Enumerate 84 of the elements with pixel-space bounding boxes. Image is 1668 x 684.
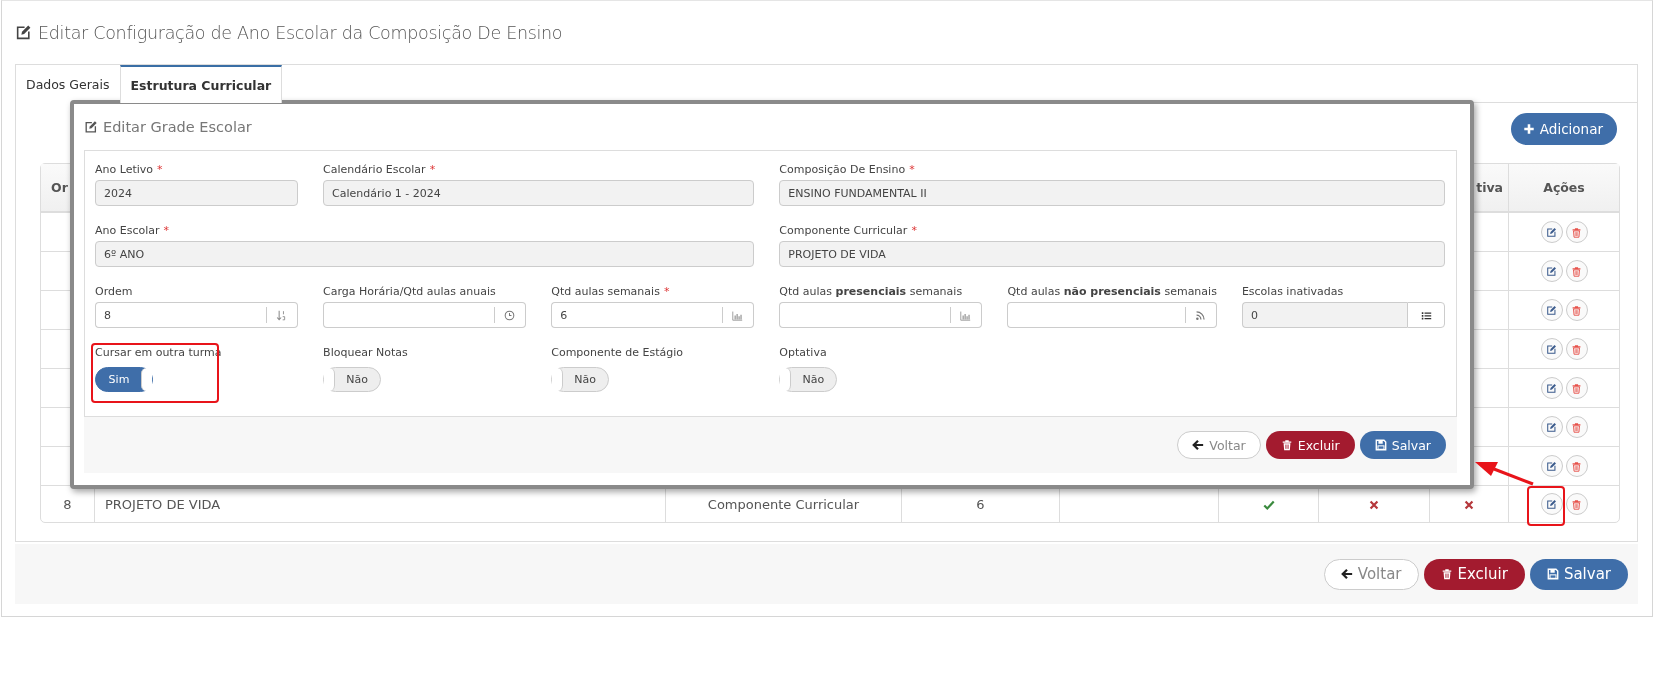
trash-icon <box>1571 421 1582 433</box>
toggle-switch[interactable]: Sim <box>95 367 153 392</box>
table-cell: PROJETO DE VIDA <box>105 496 221 512</box>
edit-icon <box>15 24 32 41</box>
table-cell: Componente Curricular <box>707 496 860 512</box>
edit-button[interactable] <box>1540 416 1563 438</box>
highlight-box <box>1527 486 1565 526</box>
delete-button[interactable]: Excluir <box>1423 558 1525 590</box>
plus-icon <box>1522 123 1535 135</box>
delete-button[interactable] <box>1565 377 1588 399</box>
toggle-switch[interactable]: Não <box>551 367 610 392</box>
required-mark: * <box>663 285 670 300</box>
edit-icon <box>1546 265 1557 277</box>
toggle-switch[interactable]: Não <box>779 367 838 392</box>
delete-button[interactable] <box>1565 260 1588 282</box>
edit-button[interactable] <box>1540 221 1563 243</box>
edit-button[interactable] <box>1540 455 1563 477</box>
back-button[interactable]: Voltar <box>1177 431 1261 459</box>
delete-button[interactable] <box>1565 416 1588 438</box>
trash-icon <box>1571 343 1582 355</box>
column-header: tiva <box>1476 180 1503 195</box>
trash-icon <box>1440 568 1453 580</box>
delete-button[interactable] <box>1565 221 1588 243</box>
list-button[interactable] <box>1407 302 1445 328</box>
edit-icon <box>1546 382 1557 394</box>
edit-icon <box>1546 498 1557 510</box>
trash-icon <box>1571 226 1582 238</box>
trash-icon <box>1571 498 1582 510</box>
delete-button[interactable] <box>1565 493 1588 515</box>
delete-button[interactable] <box>1565 455 1588 477</box>
add-button[interactable]: Adicionar <box>1510 113 1617 145</box>
edit-button[interactable] <box>1540 377 1563 399</box>
back-button[interactable]: Voltar <box>1323 558 1419 590</box>
table-cell: 6 <box>976 496 985 512</box>
edit-icon <box>1546 343 1557 355</box>
list-icon <box>1420 309 1432 321</box>
field-label: Componente Curricular <box>779 224 908 239</box>
edit-icon <box>1546 460 1557 472</box>
tab[interactable]: Estrutura Curricular <box>119 65 283 103</box>
field-label: Calendário Escolar <box>323 163 426 178</box>
save-button[interactable]: Salvar <box>1529 558 1628 590</box>
trash-icon <box>1571 304 1582 316</box>
required-mark: * <box>911 224 917 239</box>
edit-button[interactable] <box>1540 299 1563 321</box>
field-label: Optativa <box>779 346 827 361</box>
trash-icon <box>1571 265 1582 277</box>
field-label: Escolas inativadas <box>1241 285 1344 300</box>
column-header: Or <box>51 180 68 195</box>
column-header: Ações <box>1543 180 1585 195</box>
required-mark: * <box>909 163 915 178</box>
edit-button[interactable] <box>1540 338 1563 360</box>
trash-icon <box>1571 460 1582 472</box>
field-label: Ano Letivo <box>95 163 154 178</box>
required-mark: * <box>157 163 163 178</box>
delete-button[interactable]: Excluir <box>1265 431 1355 459</box>
toggle-switch[interactable]: Não <box>323 367 382 392</box>
edit-button[interactable] <box>1540 260 1563 282</box>
trash-icon <box>1571 382 1582 394</box>
field-label: Ordem <box>95 285 133 300</box>
edit-icon <box>1546 421 1557 433</box>
required-mark: * <box>163 224 169 239</box>
delete-button[interactable] <box>1565 299 1588 321</box>
page-title: Editar Configuração de Ano Escolar da Composição De Ensino <box>38 22 563 43</box>
required-mark: * <box>429 163 436 178</box>
edit-icon <box>1546 226 1557 238</box>
field-label: Qtd aulas presenciais semanais <box>779 285 963 300</box>
edit-icon <box>1546 304 1557 316</box>
pointer-arrow <box>1475 462 1534 486</box>
save-button[interactable]: Salvar <box>1359 431 1446 459</box>
edit-button[interactable] <box>1540 493 1563 515</box>
edit-icon <box>84 120 98 134</box>
trash-icon <box>1280 439 1293 451</box>
modal-title: Editar Grade Escolar <box>103 119 252 135</box>
field-label: Bloquear Notas <box>323 346 408 361</box>
field-label: Componente de Estágio <box>551 346 684 361</box>
field-label: Qtd aulas semanais <box>551 285 660 300</box>
field-label: Composição De Ensino <box>779 163 906 178</box>
arrow-left-icon <box>1192 439 1205 451</box>
field-label: Carga Horária/Qtd aulas anuais <box>323 285 496 300</box>
field-label: Ano Escolar <box>95 224 160 239</box>
field-label: Qtd aulas não presenciais semanais <box>1007 285 1217 300</box>
arrow-left-icon <box>1340 568 1353 580</box>
table-cell: 8 <box>63 496 72 512</box>
delete-button[interactable] <box>1565 338 1588 360</box>
